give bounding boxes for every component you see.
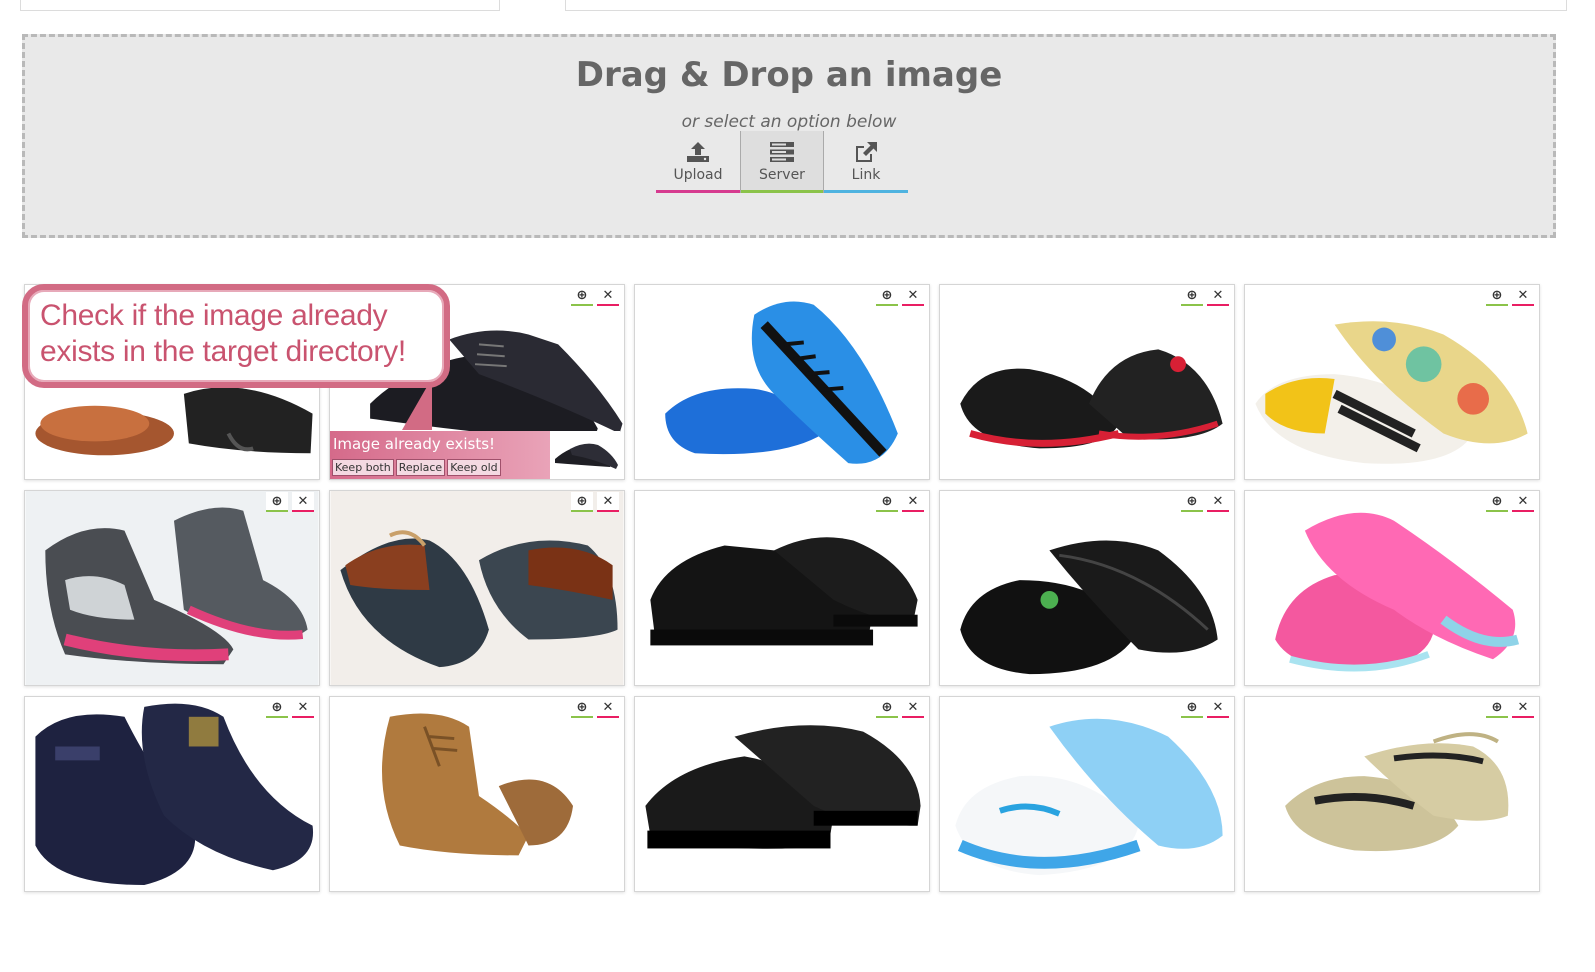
close-icon[interactable]: ✕ xyxy=(1207,492,1229,512)
keep-both-button[interactable]: Keep both xyxy=(332,459,394,476)
exists-prompt: Image already exists! Keep both Replace … xyxy=(330,431,550,479)
upload-icon xyxy=(687,142,709,162)
image-tile[interactable] xyxy=(1244,696,1540,892)
zoom-in-icon[interactable]: ⊕ xyxy=(266,698,288,718)
upload-label: Upload xyxy=(673,167,723,183)
top-field-left[interactable] xyxy=(20,0,500,11)
image-tile[interactable] xyxy=(1244,490,1540,686)
server-label: Server xyxy=(759,167,805,183)
zoom-in-icon[interactable]: ⊕ xyxy=(1181,286,1203,306)
zoom-in-icon[interactable]: ⊕ xyxy=(1486,698,1508,718)
image-tile[interactable] xyxy=(1244,284,1540,480)
keep-old-button[interactable]: Keep old xyxy=(447,459,501,476)
link-label: Link xyxy=(851,167,881,183)
callout-bubble: Check if the image already exists in the… xyxy=(22,284,450,388)
close-icon[interactable]: ✕ xyxy=(597,492,619,512)
shoe-image xyxy=(645,725,921,849)
zoom-in-icon[interactable]: ⊕ xyxy=(1181,698,1203,718)
tile-actions: ⊕ ✕ xyxy=(1486,698,1591,718)
image-tile[interactable] xyxy=(634,284,930,480)
dropzone-options: Upload Server Link xyxy=(656,131,908,193)
shoe-image xyxy=(1285,732,1509,852)
zoom-in-icon[interactable]: ⊕ xyxy=(571,492,593,512)
image-dropzone[interactable]: Drag & Drop an image or select an option… xyxy=(22,34,1556,238)
shoe-image xyxy=(25,491,319,685)
image-tile[interactable] xyxy=(634,490,930,686)
exists-actions: Keep both Replace Keep old xyxy=(332,459,501,476)
close-icon[interactable]: ✕ xyxy=(1207,698,1229,718)
external-link-icon xyxy=(856,142,877,162)
image-tile[interactable] xyxy=(329,490,625,686)
zoom-in-icon[interactable]: ⊕ xyxy=(571,286,593,306)
shoe-image xyxy=(960,349,1223,449)
exists-title: Image already exists! xyxy=(333,435,496,453)
server-button[interactable]: Server xyxy=(740,131,824,193)
tile-actions: ⊕ ✕ xyxy=(1486,492,1591,512)
server-icon xyxy=(770,142,794,162)
close-icon[interactable]: ✕ xyxy=(292,698,314,718)
shoe-image xyxy=(960,540,1218,675)
shoe-image xyxy=(955,718,1223,876)
image-tile[interactable] xyxy=(939,490,1235,686)
image-tile[interactable] xyxy=(939,284,1235,480)
callout-text: Check if the image already exists in the… xyxy=(40,299,406,368)
shoe-image xyxy=(35,703,314,886)
image-tile[interactable] xyxy=(634,696,930,892)
shoe-image xyxy=(1275,512,1520,672)
upload-button[interactable]: Upload xyxy=(656,131,740,193)
existing-image-thumbnail xyxy=(550,431,620,477)
close-icon[interactable]: ✕ xyxy=(902,286,924,306)
image-tile[interactable] xyxy=(939,696,1235,892)
shoe-image xyxy=(330,491,624,685)
zoom-in-icon[interactable]: ⊕ xyxy=(876,698,898,718)
zoom-in-icon[interactable]: ⊕ xyxy=(1181,492,1203,512)
close-icon[interactable]: ✕ xyxy=(1512,698,1534,718)
close-icon[interactable]: ✕ xyxy=(292,492,314,512)
close-icon[interactable]: ✕ xyxy=(1207,286,1229,306)
zoom-in-icon[interactable]: ⊕ xyxy=(876,286,898,306)
shoe-image xyxy=(381,713,574,856)
close-icon[interactable]: ✕ xyxy=(902,698,924,718)
image-tile[interactable] xyxy=(24,490,320,686)
close-icon[interactable]: ✕ xyxy=(1512,492,1534,512)
close-icon[interactable]: ✕ xyxy=(597,698,619,718)
zoom-in-icon[interactable]: ⊕ xyxy=(876,492,898,512)
image-tile[interactable] xyxy=(329,696,625,892)
zoom-in-icon[interactable]: ⊕ xyxy=(1486,286,1508,306)
replace-button[interactable]: Replace xyxy=(395,459,446,476)
dropzone-title: Drag & Drop an image xyxy=(575,55,1003,95)
zoom-in-icon[interactable]: ⊕ xyxy=(571,698,593,718)
image-tile[interactable] xyxy=(24,696,320,892)
shoe-image xyxy=(1255,321,1528,464)
top-field-right[interactable] xyxy=(565,0,1567,11)
close-icon[interactable]: ✕ xyxy=(1512,286,1534,306)
close-icon[interactable]: ✕ xyxy=(902,492,924,512)
dropzone-subtitle: or select an option below xyxy=(681,112,897,132)
close-icon[interactable]: ✕ xyxy=(597,286,619,306)
link-button[interactable]: Link xyxy=(824,131,908,193)
shoe-image xyxy=(650,537,918,646)
tile-actions: ⊕ ✕ xyxy=(1486,286,1591,306)
shoe-image xyxy=(665,301,898,464)
zoom-in-icon[interactable]: ⊕ xyxy=(266,492,288,512)
zoom-in-icon[interactable]: ⊕ xyxy=(1486,492,1508,512)
